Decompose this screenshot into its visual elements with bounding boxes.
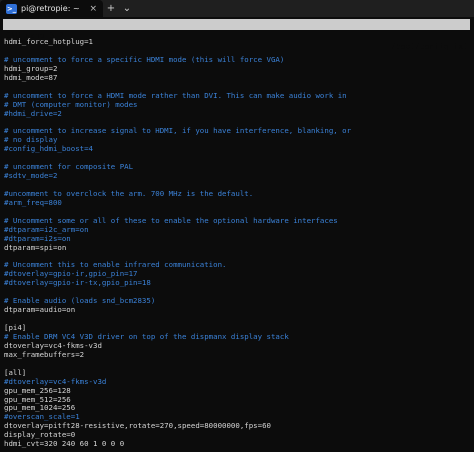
terminal-icon: >_: [6, 3, 17, 14]
editor-line[interactable]: [4, 47, 470, 56]
editor-line[interactable]: # Enable audio (loads snd_bcm2835): [4, 297, 470, 306]
editor-line[interactable]: dtoverlay=pitft28-resistive,rotate=270,s…: [4, 422, 470, 431]
editor-line[interactable]: gpu_mem_512=256: [4, 396, 470, 405]
editor-line[interactable]: # Enable DRM VC4 V3D driver on top of th…: [4, 333, 470, 342]
editor-line[interactable]: # uncomment for composite PAL: [4, 163, 470, 172]
editor-line[interactable]: #hdmi_drive=2: [4, 110, 470, 119]
editor-line[interactable]: #sdtv_mode=2: [4, 172, 470, 181]
editor-line[interactable]: # Uncomment this to enable infrared comm…: [4, 261, 470, 270]
editor-text-area[interactable]: hdmi_force_hotplug=1 # uncomment to force…: [4, 38, 470, 449]
editor-line[interactable]: [4, 83, 470, 92]
editor-line[interactable]: #dtoverlay=gpio-ir-tx,gpio_pin=18: [4, 279, 470, 288]
new-tab-button[interactable]: +: [103, 0, 119, 17]
editor-line[interactable]: #dtoverlay=vc4-fkms-v3d: [4, 378, 470, 387]
tab-dropdown-icon[interactable]: ⌄: [119, 0, 135, 17]
editor-line[interactable]: dtparam=audio=on: [4, 306, 470, 315]
tab-title: pi@retropie: ~: [21, 4, 80, 13]
editor-line[interactable]: [all]: [4, 369, 470, 378]
editor-line[interactable]: hdmi_group=2: [4, 65, 470, 74]
editor-line[interactable]: # uncomment to increase signal to HDMI, …: [4, 127, 470, 136]
editor-line[interactable]: [pi4]: [4, 324, 470, 333]
editor-line[interactable]: [4, 181, 470, 190]
editor-line[interactable]: hdmi_cvt=320 240 60 1 0 0 0: [4, 440, 470, 449]
editor-line[interactable]: [4, 154, 470, 163]
editor-line[interactable]: display_rotate=0: [4, 431, 470, 440]
editor-line[interactable]: [4, 253, 470, 262]
editor-line[interactable]: #config_hdmi_boost=4: [4, 145, 470, 154]
editor-line[interactable]: #dtoverlay=gpio-ir,gpio_pin=17: [4, 270, 470, 279]
editor-line[interactable]: # uncomment to force a specific HDMI mod…: [4, 56, 470, 65]
editor-line[interactable]: #arm_freq=800: [4, 199, 470, 208]
editor-line[interactable]: #uncomment to overclock the arm. 700 MHz…: [4, 190, 470, 199]
editor-line[interactable]: [4, 288, 470, 297]
editor-line[interactable]: gpu_mem_1024=256: [4, 404, 470, 413]
editor-line[interactable]: [4, 315, 470, 324]
editor-line[interactable]: #overscan_scale=1: [4, 413, 470, 422]
editor-line[interactable]: hdmi_force_hotplug=1: [4, 38, 470, 47]
editor-line[interactable]: #dtparam=i2c_arm=on: [4, 226, 470, 235]
editor-line[interactable]: max_framebuffers=2: [4, 351, 470, 360]
editor-line[interactable]: # Uncomment some or all of these to enab…: [4, 217, 470, 226]
close-tab-icon[interactable]: ×: [89, 4, 97, 14]
editor-line[interactable]: [4, 360, 470, 369]
editor-line[interactable]: # no display: [4, 136, 470, 145]
nano-header-bar: GNU nano 3.2 /boot/config.txt: [3, 19, 470, 51]
editor-line[interactable]: hdmi_mode=87: [4, 74, 470, 83]
window-titlebar: >_ pi@retropie: ~ × + ⌄: [0, 0, 474, 17]
editor-line[interactable]: [4, 208, 470, 217]
editor-line[interactable]: #dtparam=i2s=on: [4, 235, 470, 244]
editor-line[interactable]: # uncomment to force a HDMI mode rather …: [4, 92, 470, 101]
editor-line[interactable]: dtoverlay=vc4-fkms-v3d: [4, 342, 470, 351]
terminal-tab[interactable]: >_ pi@retropie: ~ ×: [0, 0, 103, 17]
editor-line[interactable]: gpu_mem_256=128: [4, 387, 470, 396]
editor-line[interactable]: # DMT (computer monitor) modes: [4, 101, 470, 110]
editor-line[interactable]: [4, 118, 470, 127]
editor-line[interactable]: dtparam=spi=on: [4, 244, 470, 253]
